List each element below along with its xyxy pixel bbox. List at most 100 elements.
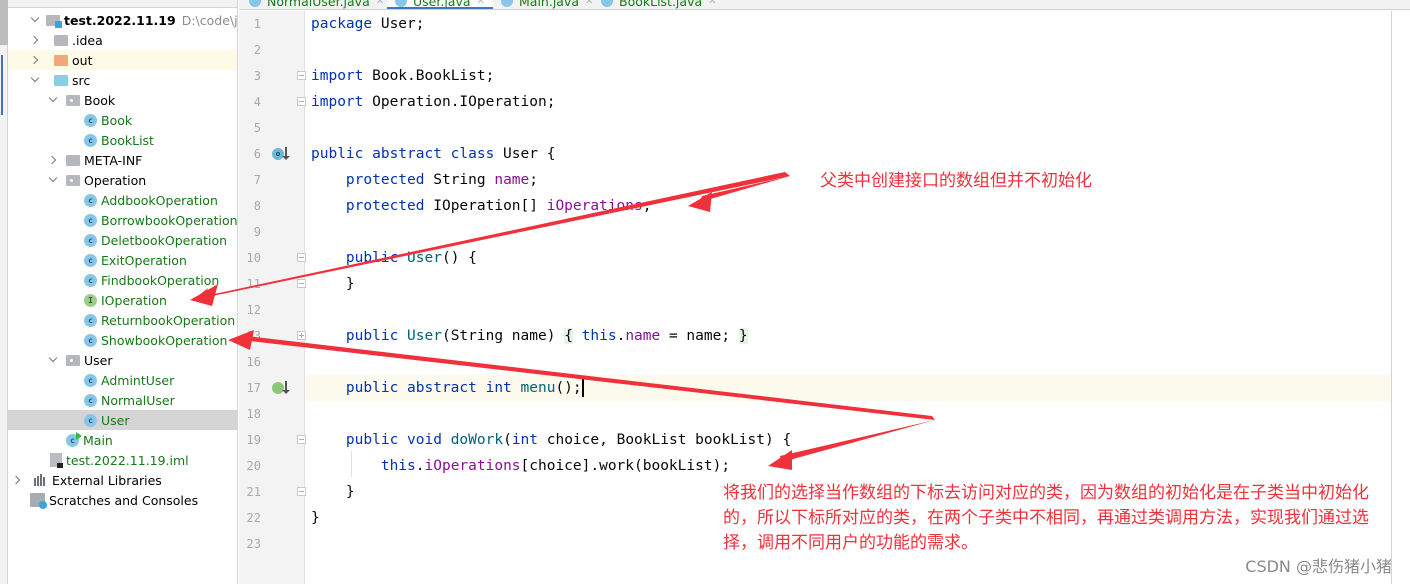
chevron-down-icon[interactable] [30, 15, 40, 25]
module-folder-icon [46, 14, 62, 28]
folded-brace[interactable]: } [738, 328, 748, 344]
tree-item-class[interactable]: c NormalUser [8, 390, 237, 410]
line-number: 11 [246, 277, 261, 291]
chevron-down-icon[interactable] [48, 355, 58, 365]
close-icon[interactable]: ✕ [585, 0, 593, 7]
tree-item-package-operation[interactable]: Operation [8, 170, 237, 190]
tab-normaluser[interactable]: NormalUser.java ✕ [249, 0, 384, 9]
tree-item-class[interactable]: c AddbookOperation [8, 190, 237, 210]
code-text: (String name) [441, 328, 565, 344]
chevron-right-icon[interactable] [30, 35, 40, 45]
tree-item-idea[interactable]: .idea [8, 30, 237, 50]
tree-item-class[interactable]: c AdmintUser [8, 370, 237, 390]
code-line-8: protected IOperation[] iOperations; [306, 193, 1391, 219]
project-panel-header [8, 0, 237, 8]
keyword: import [311, 94, 364, 110]
folder-icon [66, 154, 80, 166]
down-arrow-icon [282, 147, 290, 160]
code-text: . [415, 458, 425, 474]
commit-tool-button[interactable] [1, 55, 6, 115]
excluded-folder-icon [54, 54, 68, 66]
tree-item-package-user[interactable]: User [8, 350, 237, 370]
line-number: 9 [253, 225, 261, 239]
tree-item-class-user-selected[interactable]: c User [8, 410, 237, 430]
tree-item-main[interactable]: c Main [8, 430, 237, 450]
tree-item-label: NormalUser [101, 392, 175, 408]
keyword: import [311, 68, 364, 84]
tree-item-label: Main [83, 432, 113, 448]
tree-item-external-libraries[interactable]: External Libraries [8, 470, 237, 490]
tab-booklist[interactable]: BookList.java ✕ [601, 0, 717, 9]
keyword: this [581, 328, 617, 344]
tab-label: User.java [413, 0, 471, 9]
line-number: 17 [246, 381, 261, 395]
tree-item-label: Operation [84, 172, 147, 188]
tree-item-out[interactable]: out [8, 50, 237, 70]
tree-item-interface-ioperation[interactable]: I IOperation [8, 290, 237, 310]
tree-item-class[interactable]: c ExitOperation [8, 250, 237, 270]
tab-user[interactable]: User.java ✕ [387, 0, 493, 9]
expand-fold-icon[interactable] [297, 331, 306, 340]
tree-root-label: test.2022.11.19 [64, 12, 176, 28]
class-icon [601, 0, 613, 7]
tree-root[interactable]: test.2022.11.19 D:\code\java_-cc [8, 10, 237, 30]
fold-toggle-icon[interactable] [297, 435, 306, 444]
interface-icon: I [84, 293, 97, 307]
method-name: User [407, 250, 442, 266]
close-icon[interactable]: ✕ [477, 0, 485, 7]
fold-toggle-icon[interactable] [297, 71, 306, 80]
class-icon: c [84, 233, 97, 247]
keyword: this [380, 458, 416, 474]
line-number: 21 [246, 485, 261, 499]
fold-toggle-icon[interactable] [297, 253, 306, 262]
chevron-right-icon[interactable] [48, 155, 58, 165]
field-name: iOperations [424, 458, 521, 474]
fold-toggle-icon[interactable] [297, 97, 306, 106]
class-icon: c [84, 253, 97, 267]
class-icon [501, 0, 513, 7]
keyword: public void [345, 432, 442, 448]
tool-window-stripe[interactable] [0, 0, 8, 584]
editor-tabs: NormalUser.java ✕ User.java ✕ Main.java … [239, 0, 1410, 10]
tree-item-src[interactable]: src [8, 70, 237, 90]
tree-item-class[interactable]: c BorrowbookOperation [8, 210, 237, 230]
close-icon[interactable]: ✕ [376, 0, 384, 7]
chevron-right-icon[interactable] [30, 55, 40, 65]
fold-toggle-icon[interactable] [297, 487, 306, 496]
project-tool-button[interactable] [0, 0, 8, 45]
method-name: doWork [450, 432, 504, 448]
keyword: int [511, 432, 539, 448]
watermark: CSDN @悲伤猪小猪 [1245, 557, 1392, 576]
tree-item-scratches[interactable]: Scratches and Consoles [8, 490, 237, 510]
chevron-down-icon[interactable] [30, 75, 40, 85]
code-line-13: public User(String name) { this.name = n… [306, 323, 1391, 349]
chevron-down-icon[interactable] [48, 95, 58, 105]
tree-item-iml[interactable]: test.2022.11.19.iml [8, 450, 237, 470]
tree-item-label: AddbookOperation [101, 192, 218, 208]
fold-toggle-icon[interactable] [297, 279, 306, 288]
chevron-down-icon[interactable] [48, 175, 58, 185]
field-name: name [625, 328, 661, 344]
tree-item-class-book[interactable]: c Book [8, 110, 237, 130]
folded-brace[interactable]: { [564, 328, 573, 344]
tree-item-class[interactable]: c DeletbookOperation [8, 230, 237, 250]
tree-item-class[interactable]: c FindbookOperation [8, 270, 237, 290]
line-number: 2 [253, 43, 261, 57]
close-icon[interactable]: ✕ [708, 0, 716, 7]
code-line-3: import Book.BookList; [306, 63, 1391, 89]
folder-icon [54, 34, 68, 46]
code-text: IOperation[] [424, 198, 547, 214]
tree-item-label: IOperation [101, 292, 167, 308]
tab-main[interactable]: Main.java ✕ [501, 0, 593, 9]
chevron-right-icon[interactable] [12, 475, 22, 485]
tree-item-meta-inf[interactable]: META-INF [8, 150, 237, 170]
tree-item-class[interactable]: c ShowbookOperation [8, 330, 237, 350]
abstract-class-icon: c [84, 413, 97, 427]
class-icon: c [84, 313, 97, 327]
editor-gutter[interactable]: 1 2 3 4 5 6 7 8 9 10 11 12 13 16 17 18 1… [239, 11, 306, 584]
tree-item-class[interactable]: c ReturnbookOperation [8, 310, 237, 330]
tree-item-class-booklist[interactable]: c BookList [8, 130, 237, 150]
tree-item-package-book[interactable]: Book [8, 90, 237, 110]
code-line-11: } [306, 271, 1391, 297]
tree-item-label: User [101, 412, 130, 428]
